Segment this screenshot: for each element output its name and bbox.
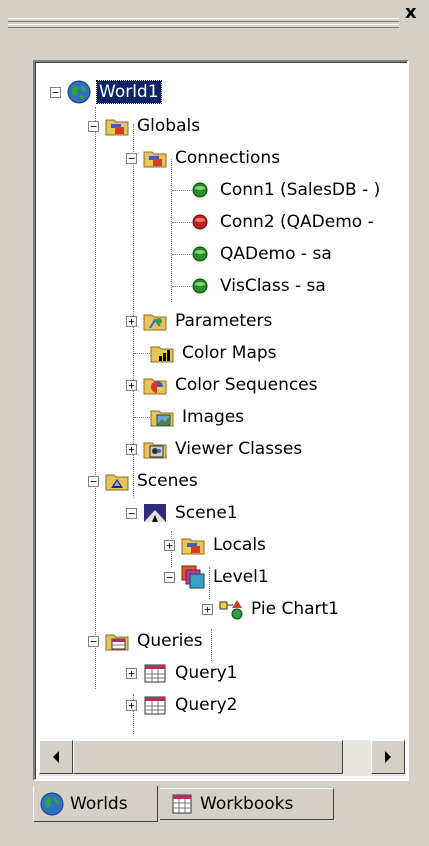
node-label: VisClass - sa (220, 276, 326, 296)
collapse-toggle[interactable]: − (164, 571, 175, 583)
globe-icon (40, 792, 64, 816)
node-label: World1 (96, 80, 162, 104)
tree-node-color-maps[interactable]: Color Maps (150, 338, 279, 368)
scrollbar-thumb[interactable] (73, 740, 343, 774)
horizontal-scrollbar[interactable] (39, 740, 405, 776)
tree-node-connections[interactable]: − Connections (126, 143, 282, 173)
tree-node-viewer-classes[interactable]: + Viewer Classes (126, 434, 304, 464)
expand-toggle[interactable]: + (126, 667, 137, 679)
images-folder-icon (150, 405, 174, 429)
node-label: Scene1 (175, 503, 238, 523)
tree-node-conn2[interactable]: Conn2 (QADemo - (188, 207, 376, 237)
node-label: Conn2 (QADemo - (220, 212, 374, 232)
expand-toggle[interactable]: + (164, 539, 175, 551)
tree-node-locals[interactable]: + Locals (164, 530, 268, 560)
connections-folder-icon (143, 146, 167, 170)
collapse-toggle[interactable]: − (126, 507, 137, 519)
scene-icon (143, 501, 167, 525)
collapse-toggle[interactable]: − (88, 475, 99, 487)
node-label: QADemo - sa (220, 244, 332, 264)
node-label: Query2 (175, 695, 238, 715)
globe-icon (67, 80, 91, 104)
node-label: Scenes (137, 471, 198, 491)
tree-node-conn1[interactable]: Conn1 (SalesDB - ) (188, 175, 382, 205)
tree-node-query1[interactable]: + Query1 (126, 658, 239, 688)
tree-connector (171, 159, 172, 302)
tab-label: Workbooks (200, 794, 294, 814)
node-label: Viewer Classes (175, 439, 303, 459)
scroll-left-button[interactable] (39, 740, 73, 774)
tree-view[interactable]: − World1 − Globals − Connections Conn1 (… (36, 63, 407, 735)
collapse-toggle[interactable]: − (88, 120, 99, 132)
tree-node-level1[interactable]: − Level1 (164, 562, 271, 592)
collapse-toggle[interactable]: − (50, 86, 61, 98)
tree-node-parameters[interactable]: + Parameters (126, 306, 274, 336)
pie-chart-icon (219, 597, 243, 621)
collapse-toggle[interactable]: − (126, 152, 137, 164)
tree-node-qademo[interactable]: QADemo - sa (188, 239, 334, 269)
query-icon (143, 693, 167, 717)
tree-node-scenes[interactable]: − Scenes (88, 466, 200, 496)
node-label: Locals (213, 535, 266, 555)
db-connection-green-icon (188, 274, 212, 298)
workbook-icon (170, 792, 194, 816)
scroll-right-button[interactable] (371, 740, 405, 774)
tab-workbooks[interactable]: Workbooks (160, 788, 334, 820)
node-label: Queries (137, 631, 203, 651)
collapse-toggle[interactable]: − (88, 635, 99, 647)
node-label: Globals (137, 116, 201, 136)
color-maps-folder-icon (150, 341, 174, 365)
node-label: Query1 (175, 663, 238, 683)
node-label: Images (182, 407, 245, 427)
db-connection-green-icon (188, 178, 212, 202)
expand-toggle[interactable]: + (202, 603, 213, 615)
locals-folder-icon (181, 533, 205, 557)
panel-gripper-line[interactable] (8, 24, 399, 28)
expand-toggle[interactable]: + (126, 443, 137, 455)
tree-connector (95, 107, 96, 689)
arrow-left-icon (53, 751, 59, 763)
tree-node-color-sequences[interactable]: + Color Sequences (126, 370, 320, 400)
db-connection-red-icon (188, 210, 212, 234)
tree-frame: − World1 − Globals − Connections Conn1 (… (33, 60, 409, 781)
tree-node-pie-chart1[interactable]: + Pie Chart1 (202, 594, 341, 624)
expand-toggle[interactable]: + (126, 699, 137, 711)
scenes-folder-icon (105, 469, 129, 493)
expand-toggle[interactable]: + (126, 379, 137, 391)
parameters-folder-icon (143, 309, 167, 333)
node-label: Pie Chart1 (251, 599, 339, 619)
globals-folder-icon (105, 114, 129, 138)
tree-connector (211, 629, 212, 661)
tree-node-query2[interactable]: + Query2 (126, 690, 239, 720)
tree-node-scene1[interactable]: − Scene1 (126, 498, 240, 528)
node-label: Parameters (175, 311, 273, 331)
node-label: Conn1 (SalesDB - ) (220, 180, 381, 200)
expand-toggle[interactable]: + (126, 315, 137, 327)
node-label: Connections (175, 148, 281, 168)
explorer-panel: x − World1 − Globals − Connections Conn1… (0, 0, 429, 846)
arrow-right-icon (385, 751, 391, 763)
node-label: Color Maps (182, 343, 277, 363)
query-icon (143, 661, 167, 685)
db-connection-green-icon (188, 242, 212, 266)
tab-worlds[interactable]: Worlds (33, 786, 158, 822)
tree-node-queries[interactable]: − Queries (88, 626, 205, 656)
tree-node-globals[interactable]: − Globals (88, 111, 202, 141)
close-button[interactable]: x (405, 3, 417, 23)
tree-node-world1[interactable]: − World1 (50, 77, 162, 107)
color-sequences-folder-icon (143, 373, 167, 397)
panel-gripper-line[interactable] (8, 18, 399, 22)
viewer-classes-folder-icon (143, 437, 167, 461)
tab-label: Worlds (70, 793, 128, 814)
tree-node-visclass[interactable]: VisClass - sa (188, 271, 328, 301)
node-label: Color Sequences (175, 375, 318, 395)
tree-node-images[interactable]: Images (150, 402, 246, 432)
node-label: Level1 (213, 567, 269, 587)
queries-folder-icon (105, 629, 129, 653)
level-icon (181, 565, 205, 589)
